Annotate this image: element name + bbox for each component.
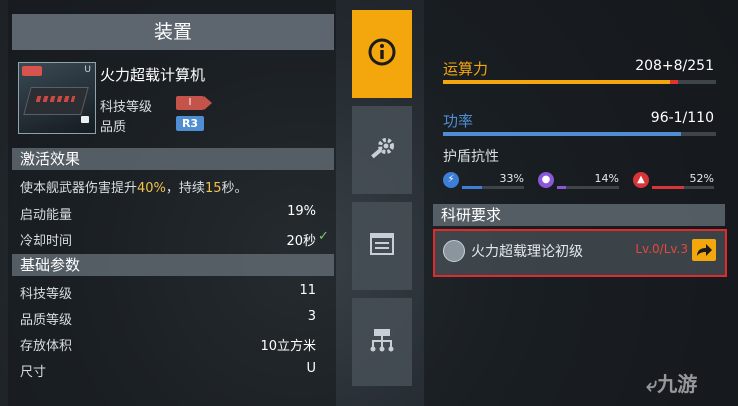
shield-resist-label: 护盾抗性: [443, 149, 499, 165]
share-arrow-icon: [697, 244, 712, 256]
basic-row-label: 尺寸: [20, 365, 47, 380]
cooldown-label: 冷却时间: [20, 234, 73, 249]
tech-level-label: 科技等级: [100, 100, 153, 115]
desc-prefix: 使本舰武器伤害提升: [20, 181, 138, 196]
shield-bar-fill: [557, 186, 566, 189]
research-name: 火力超载理论初级: [471, 244, 583, 260]
shield-value: 14%: [594, 172, 619, 185]
basic-row-value: 11: [299, 283, 316, 298]
module-tree-icon: [370, 329, 394, 352]
watermark: ⤶九游: [646, 368, 697, 397]
watermark-logo-icon: ⤶: [646, 372, 658, 396]
compute-label: 运算力: [443, 60, 489, 78]
tab-info[interactable]: [352, 10, 412, 98]
basic-params-header: 基础参数: [12, 254, 334, 276]
tab-structure[interactable]: [352, 298, 412, 386]
basic-row-value: U: [306, 361, 316, 376]
flame-icon: ▲: [633, 172, 649, 188]
compute-value: 208+8/251: [635, 58, 714, 74]
wrench-gear-icon: [371, 138, 394, 159]
power-bar-fill: [443, 132, 681, 136]
desc-percent: 40%: [137, 181, 166, 196]
tech-level-badge: I: [176, 96, 212, 110]
shield-bar-fill: [652, 186, 685, 189]
shield-bar-fill: [462, 186, 483, 189]
quality-label: 品质: [100, 120, 127, 135]
panel-title: 装置: [12, 14, 334, 50]
tech-tag-icon: [22, 66, 42, 76]
compute-bar: [443, 80, 716, 84]
lightning-icon: ⚡: [443, 172, 459, 188]
list-icon: [370, 233, 394, 255]
go-to-research-button[interactable]: [692, 239, 716, 261]
shield-value: 33%: [499, 172, 524, 185]
compute-bar-fill: [443, 80, 670, 84]
shield-value: 52%: [689, 172, 714, 185]
desc-mid: ，持续: [165, 181, 205, 196]
tab-list[interactable]: [352, 202, 412, 290]
research-requirement-header: 科研要求: [433, 204, 725, 226]
shield-bar: [652, 186, 714, 189]
chevron-down-icon: ✓: [318, 229, 329, 244]
tab-modules[interactable]: [352, 106, 412, 194]
power-bar: [443, 132, 716, 136]
research-level: Lv.0/Lv.3: [635, 242, 688, 256]
basic-row-label: 科技等级: [20, 287, 73, 302]
size-mark: U: [84, 65, 91, 75]
basic-row-value: 3: [307, 309, 316, 324]
desc-seconds: 15: [204, 181, 222, 196]
basic-row-label: 存放体积: [20, 339, 73, 354]
research-tech-icon: [443, 240, 465, 262]
item-name: 火力超载计算机: [100, 66, 206, 84]
shield-bar: [462, 186, 524, 189]
watermark-text: 九游: [657, 372, 698, 396]
info-icon: [368, 38, 396, 66]
activation-description: 使本舰武器伤害提升40%，持续15秒。: [20, 177, 326, 196]
startup-energy-value: 19%: [287, 204, 316, 219]
activation-effect-header: 激活效果: [12, 148, 334, 170]
power-value: 96-1/110: [650, 110, 714, 126]
energy-orb-icon: ●: [538, 172, 554, 188]
computer-chip-graphic: [23, 87, 89, 115]
lock-icon: [81, 116, 89, 123]
quality-badge: R3: [176, 116, 204, 131]
shield-bar: [557, 186, 619, 189]
startup-energy-label: 启动能量: [20, 208, 73, 223]
desc-suffix: 秒。: [221, 181, 248, 196]
compute-bar-extra: [669, 80, 678, 84]
basic-row-label: 品质等级: [20, 313, 73, 328]
basic-row-value: 10立方米: [260, 339, 316, 354]
cooldown-value: 20秒: [286, 234, 316, 249]
fire-control-computer-icon: U: [18, 62, 96, 134]
power-label: 功率: [443, 112, 474, 130]
